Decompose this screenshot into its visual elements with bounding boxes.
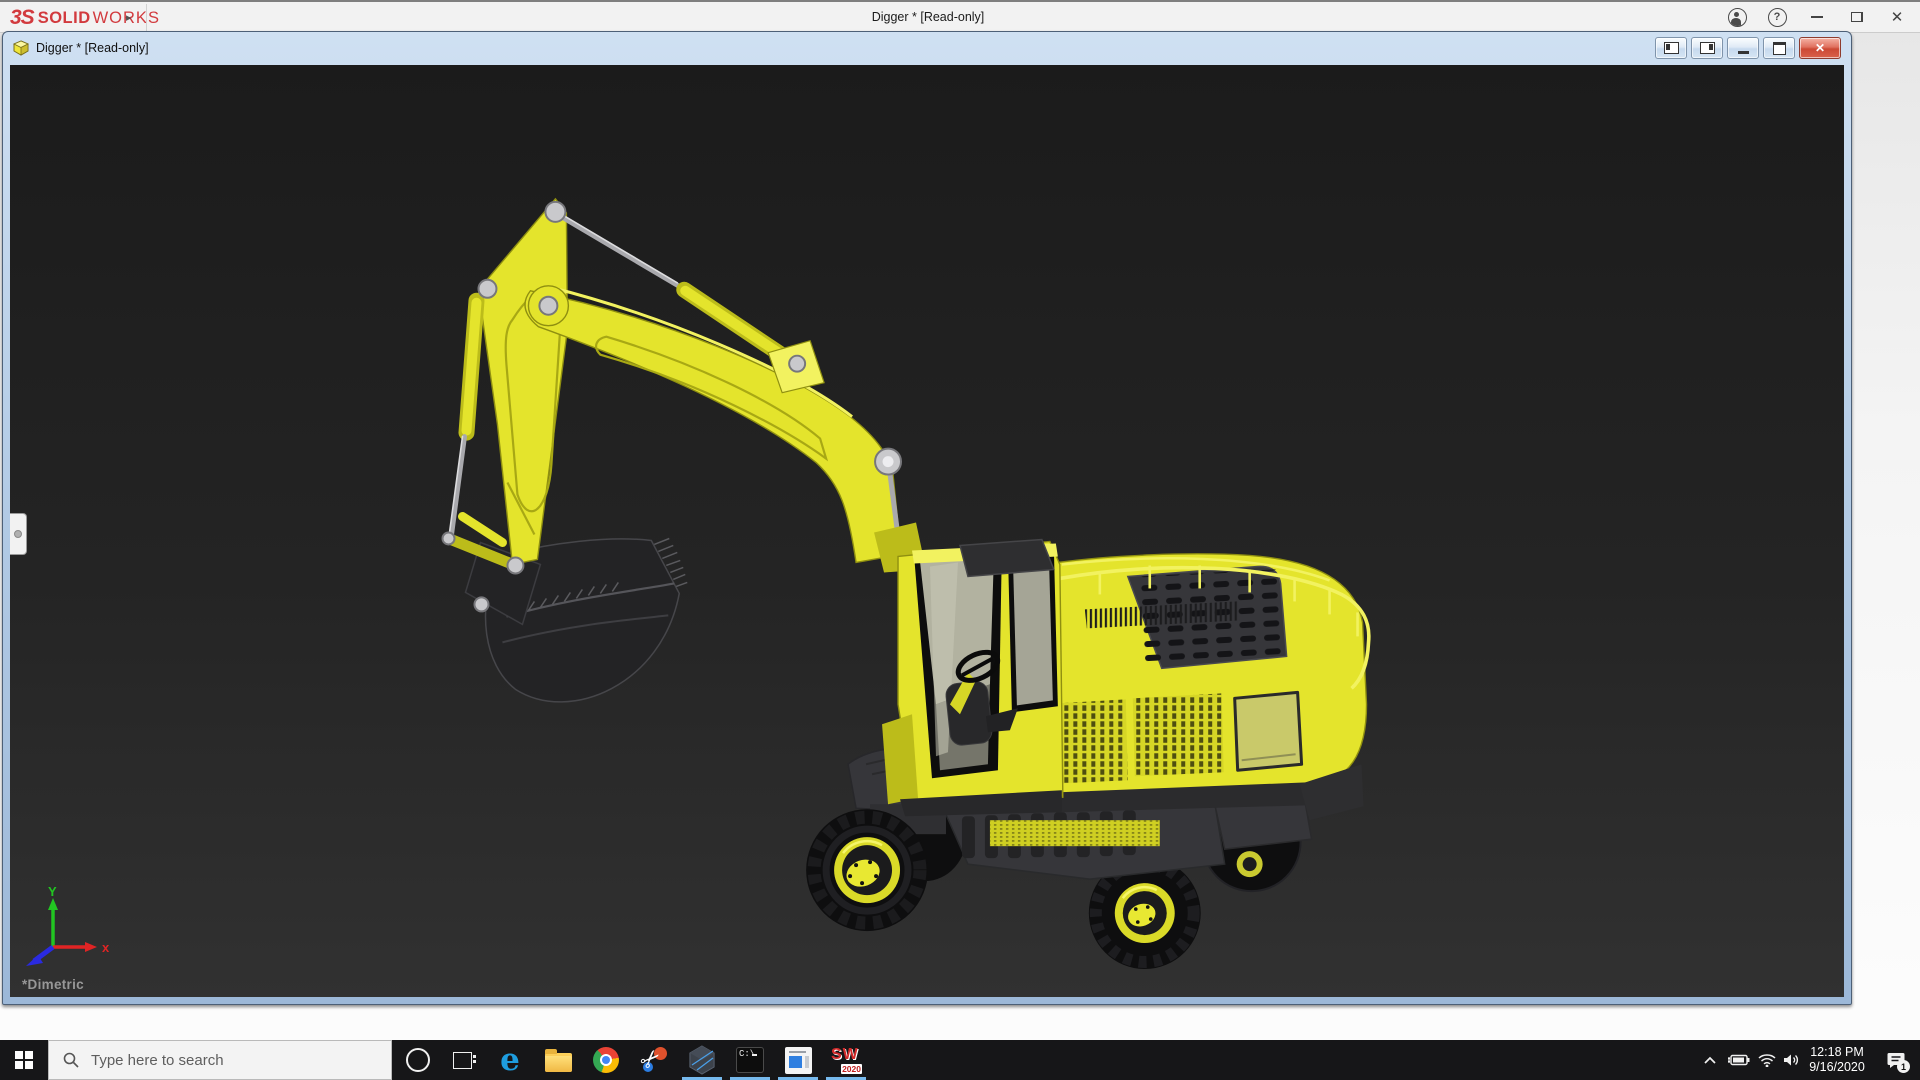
- tray-clock[interactable]: 12:18 PM 9/16/2020: [1798, 1040, 1876, 1080]
- graphics-viewport[interactable]: Y x *Dimetric: [10, 65, 1844, 997]
- desktop: 3S SOLID WORKS ▸ Digger * [Read-only] ? …: [0, 0, 1920, 1080]
- app-window-controls: ? ✕: [1722, 2, 1912, 32]
- taskbar: e ✂ C:\ SW: [0, 1040, 1920, 1080]
- solidworks-icon-letters: SW: [831, 1046, 859, 1063]
- minimize-icon: [1811, 16, 1823, 18]
- solidworks-2020-icon: SW 2020: [831, 1045, 862, 1075]
- start-button[interactable]: [0, 1040, 48, 1080]
- taskbar-search[interactable]: [48, 1040, 392, 1080]
- pane-left-icon: [1663, 42, 1679, 54]
- cab-front-step: [882, 714, 919, 805]
- speaker-icon: [1783, 1054, 1798, 1066]
- taskbar-cmd-button[interactable]: C:\: [726, 1040, 774, 1080]
- tray-chevron-button[interactable]: [1696, 1040, 1724, 1080]
- search-input[interactable]: [89, 1050, 363, 1070]
- app-close-button[interactable]: ✕: [1882, 4, 1912, 30]
- file-explorer-icon: [544, 1049, 572, 1072]
- flyout-tab-grip: [14, 530, 22, 538]
- app-restore-button[interactable]: [1842, 4, 1872, 30]
- clock-time: 12:18 PM: [1810, 1045, 1864, 1059]
- app-window-title: Digger * [Read-only]: [871, 10, 985, 24]
- taskbar-cortana-button[interactable]: [394, 1040, 442, 1080]
- windows-logo-icon: [15, 1051, 33, 1069]
- app-titlebar: 3S SOLID WORKS ▸ Digger * [Read-only] ? …: [0, 0, 1920, 33]
- side-window-glass: [1012, 554, 1053, 706]
- boom-main-arm: [524, 289, 902, 564]
- document-title-text: Digger * [Read-only]: [36, 41, 149, 55]
- document-window: Digger * [Read-only] ✕ Y x *Dimetric: [2, 31, 1852, 1005]
- clock-date: 9/16/2020: [1809, 1060, 1865, 1074]
- action-center-button[interactable]: 1: [1878, 1040, 1916, 1080]
- account-icon: [1727, 7, 1747, 27]
- view-orientation-label: *Dimetric: [22, 977, 84, 992]
- tray-wifi[interactable]: [1754, 1040, 1780, 1080]
- taskbar-blue-window-app-button[interactable]: [774, 1040, 822, 1080]
- app-minimize-button[interactable]: [1802, 4, 1832, 30]
- document-titlebar[interactable]: Digger * [Read-only] ✕: [3, 32, 1851, 64]
- doc-maximize-icon: [1772, 41, 1786, 55]
- taskbar-chrome-button[interactable]: [582, 1040, 630, 1080]
- hexagon-3d-app-icon: [689, 1045, 715, 1075]
- solidworks-icon-year: 2020: [841, 1064, 862, 1074]
- taskbar-3d-app-button[interactable]: [678, 1040, 726, 1080]
- command-prompt-icon: C:\: [736, 1047, 764, 1073]
- battery-charging-icon: [1728, 1054, 1750, 1066]
- doc-close-button[interactable]: ✕: [1799, 37, 1841, 59]
- wifi-icon: [1758, 1054, 1776, 1067]
- pane-right-icon: [1699, 42, 1715, 54]
- part-cube-icon: [13, 40, 29, 56]
- doc-pane-right-button[interactable]: [1691, 37, 1723, 59]
- doc-close-icon: ✕: [1814, 41, 1826, 55]
- help-icon: ?: [1767, 7, 1787, 27]
- account-button[interactable]: [1722, 4, 1752, 30]
- triad-x-label: x: [102, 940, 110, 955]
- chrome-icon: [593, 1047, 619, 1073]
- doc-minimize-icon: [1737, 50, 1749, 54]
- triad-y-label: Y: [48, 885, 57, 899]
- taskbar-snip-button[interactable]: ✂: [630, 1040, 678, 1080]
- orientation-triad: Y x: [26, 885, 110, 966]
- taskbar-file-explorer-button[interactable]: [534, 1040, 582, 1080]
- cortana-icon: [406, 1048, 430, 1072]
- boom-upper-section: [477, 197, 569, 566]
- featuremanager-flyout-tab[interactable]: [10, 513, 27, 555]
- document-title: Digger * [Read-only]: [13, 32, 149, 64]
- blue-window-app-icon: [784, 1046, 812, 1074]
- digger-3d-model[interactable]: [10, 65, 1844, 997]
- help-button[interactable]: ?: [1762, 4, 1792, 30]
- snipping-tool-icon: ✂: [634, 1043, 668, 1076]
- rear-side-window: [1233, 690, 1304, 772]
- taskbar-task-view-button[interactable]: [438, 1040, 486, 1080]
- search-icon: [63, 1052, 79, 1068]
- notification-badge: 1: [1897, 1060, 1910, 1073]
- taskbar-edge-button[interactable]: e: [486, 1040, 534, 1080]
- document-window-buttons: ✕: [1655, 37, 1841, 59]
- roof-panel: [959, 538, 1055, 578]
- pin: [544, 200, 567, 223]
- chevron-up-icon: [1704, 1056, 1716, 1064]
- close-icon: ✕: [1890, 9, 1904, 26]
- dipper-cylinder-rod: [560, 215, 681, 289]
- restore-icon: [1851, 12, 1863, 22]
- doc-maximize-button[interactable]: [1763, 37, 1795, 59]
- doc-minimize-button[interactable]: [1727, 37, 1759, 59]
- taskbar-solidworks-button[interactable]: SW 2020: [822, 1040, 870, 1080]
- tray-battery[interactable]: [1724, 1040, 1754, 1080]
- edge-icon: e: [500, 1042, 520, 1078]
- doc-pane-left-button[interactable]: [1655, 37, 1687, 59]
- task-view-icon: [452, 1051, 476, 1069]
- front-wheel: [806, 809, 928, 932]
